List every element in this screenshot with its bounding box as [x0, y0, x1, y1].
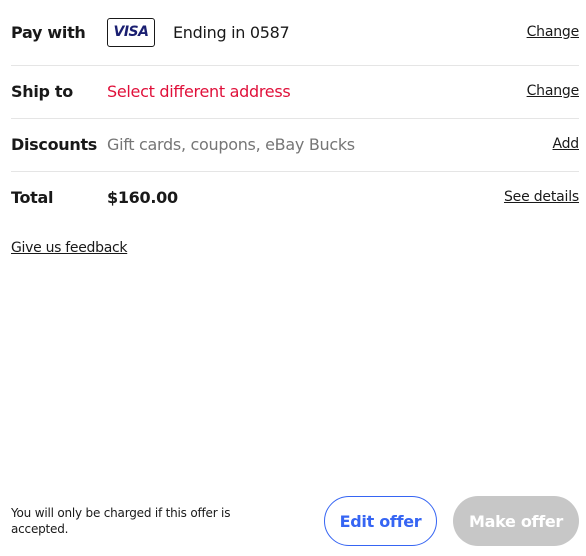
add-discount-link[interactable]: Add: [552, 136, 579, 152]
edit-offer-button[interactable]: Edit offer: [324, 496, 437, 546]
change-payment-link[interactable]: Change: [527, 24, 580, 40]
change-address-link[interactable]: Change: [527, 83, 580, 99]
ship-to-row: Ship to Select different address Change: [11, 79, 579, 103]
discounts-label: Discounts: [11, 134, 98, 154]
discounts-placeholder: Gift cards, coupons, eBay Bucks: [107, 134, 355, 154]
discounts-row: Discounts Gift cards, coupons, eBay Buck…: [11, 132, 579, 156]
divider: [11, 65, 579, 66]
card-ending-text: Ending in 0587: [173, 22, 290, 42]
total-label: Total: [11, 187, 54, 207]
total-value: $160.00: [107, 188, 504, 207]
charge-note: You will only be charged if this offer i…: [11, 506, 231, 536]
pay-with-label: Pay with: [11, 22, 86, 42]
discounts-value: Gift cards, coupons, eBay Bucks: [107, 135, 552, 154]
ship-to-label: Ship to: [11, 81, 73, 101]
divider: [11, 118, 579, 119]
visa-card-icon: VISA: [107, 17, 155, 47]
give-feedback-link[interactable]: Give us feedback: [11, 240, 128, 256]
ship-to-value: Select different address: [107, 82, 527, 101]
visa-logo-text: VISA: [113, 24, 149, 40]
total-row: Total $160.00 See details: [11, 185, 579, 209]
total-amount: $160.00: [107, 187, 178, 207]
pay-with-value: VISA Ending in 0587: [107, 17, 527, 47]
make-offer-button[interactable]: Make offer: [453, 496, 579, 546]
pay-with-row: Pay with VISA Ending in 0587 Change: [11, 16, 579, 48]
divider: [11, 171, 579, 172]
select-address-alert[interactable]: Select different address: [107, 82, 291, 101]
see-details-link[interactable]: See details: [504, 189, 579, 205]
